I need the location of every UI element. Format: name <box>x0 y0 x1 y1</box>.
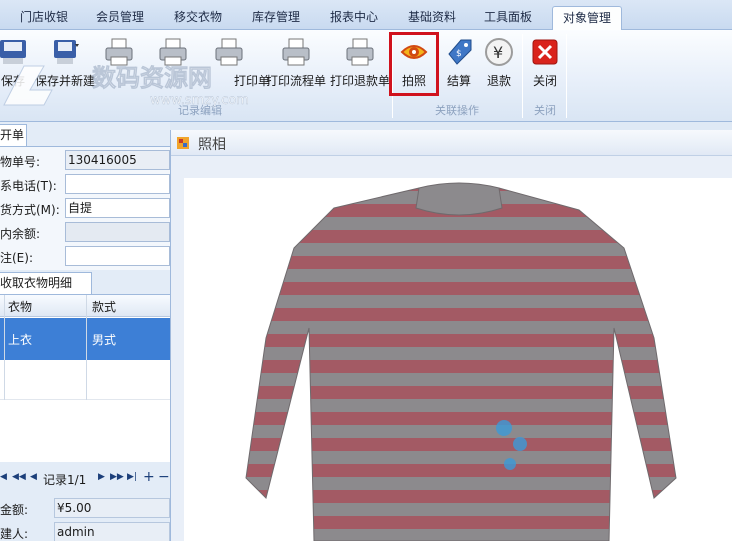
price-tag-icon: $ <box>448 39 472 65</box>
grid-divider <box>4 295 5 400</box>
creator-value: admin <box>54 522 170 541</box>
menu-tab-reports[interactable]: 报表中心 <box>322 6 386 30</box>
tab-order[interactable]: 开单 <box>0 124 27 146</box>
remark-label: 备注(E): <box>0 251 33 265</box>
group-label-related: 关联操作 <box>435 104 479 117</box>
balance-value <box>65 222 170 242</box>
field-balance: 卡内余额: <box>0 222 170 242</box>
phone-label: 联系电话(T): <box>0 179 57 193</box>
photo-window-title: 照相 <box>198 137 226 153</box>
menu-tab-basic-data[interactable]: 基础资料 <box>400 6 464 30</box>
photo-preview <box>184 178 732 541</box>
field-creator: 创建人: admin <box>0 522 170 541</box>
delete-record-icon[interactable]: − <box>158 469 170 485</box>
close-button[interactable]: 关闭 <box>518 34 572 98</box>
column-header-item[interactable]: 衣物 <box>8 298 32 315</box>
menu-tab-transfer[interactable]: 移交衣物 <box>166 6 230 30</box>
sweater-photo <box>245 182 677 541</box>
ribbon: 保存 保存并新建 打印单 打印流程单 打印退款单 拍照 $ 结算 ¥ 退款 关闭… <box>0 30 732 122</box>
remark-input[interactable] <box>65 246 170 266</box>
order-no-value[interactable]: 130416005 <box>65 150 170 170</box>
order-form: 衣物单号: 130416005 联系电话(T): 取货方式(M): 自提 卡内余… <box>0 146 170 270</box>
menu-tab-object-management[interactable]: 对象管理 <box>552 6 622 30</box>
table-row[interactable]: 上衣 男式 <box>0 318 170 360</box>
yen-coin-icon: ¥ <box>485 38 513 66</box>
next-record-icon[interactable]: ▶ <box>98 472 105 482</box>
next-page-icon[interactable]: ▶▶ <box>110 472 124 482</box>
group-label-close: 关闭 <box>534 104 556 117</box>
photo-window: 照相 <box>170 130 732 541</box>
print-button-1[interactable] <box>92 34 146 98</box>
grid-header: 衣物 款式 <box>0 295 170 317</box>
field-total: 总金额: ¥5.00 <box>0 498 170 518</box>
menu-tab-store-cashier[interactable]: 门店收银 <box>12 6 76 30</box>
print-flow-label: 打印流程单 <box>265 74 326 88</box>
printer-icon <box>346 38 374 66</box>
balance-label: 卡内余额: <box>0 227 41 241</box>
field-phone: 联系电话(T): <box>0 174 170 194</box>
save-new-label: 保存并新建 <box>34 74 95 88</box>
group-label-records: 记录编辑 <box>178 104 222 117</box>
column-header-style[interactable]: 款式 <box>92 298 116 315</box>
print-button-2[interactable] <box>146 34 200 98</box>
grid-divider <box>86 295 87 400</box>
phone-input[interactable] <box>65 174 170 194</box>
menu-tab-tools[interactable]: 工具面板 <box>476 6 540 30</box>
menu-bar: 门店收银 会员管理 移交衣物 库存管理 报表中心 基础资料 工具面板 对象管理 <box>0 0 732 30</box>
pickup-select[interactable]: 自提 <box>65 198 170 218</box>
printer-icon <box>105 38 133 66</box>
sweater-body <box>245 187 677 541</box>
creator-label: 创建人: <box>0 527 29 541</box>
last-record-icon[interactable]: ▶| <box>127 472 137 482</box>
order-no-label: 衣物单号: <box>0 155 41 169</box>
save-new-icon <box>54 40 79 64</box>
record-navigator: ◀ ◀◀ ◀ 记录1/1 ▶ ▶▶ ▶| + − <box>0 468 170 490</box>
photo-button-highlight <box>389 32 439 96</box>
save-new-button[interactable]: 保存并新建 <box>35 34 95 98</box>
svg-text:$: $ <box>456 49 462 59</box>
photo-window-titlebar: 照相 <box>171 130 732 156</box>
svg-text:¥: ¥ <box>493 43 503 62</box>
printer-icon <box>159 38 187 66</box>
total-value: ¥5.00 <box>54 498 170 518</box>
table-row-empty[interactable] <box>0 360 170 400</box>
close-icon <box>532 39 558 65</box>
record-indicator: 记录1/1 <box>43 473 87 487</box>
cell-item: 上衣 <box>8 333 33 347</box>
print-flow-button[interactable]: 打印流程单 <box>266 34 326 98</box>
menu-tab-member[interactable]: 会员管理 <box>88 6 152 30</box>
field-remark: 备注(E): <box>0 246 170 266</box>
ribbon-separator <box>566 34 567 118</box>
cell-style: 男式 <box>92 333 117 347</box>
first-record-icon[interactable]: ◀ <box>0 472 7 482</box>
prev-page-icon[interactable]: ◀◀ <box>12 472 26 482</box>
window-icon <box>177 137 189 149</box>
sweater-collar <box>415 182 503 216</box>
tab-clothing-details[interactable]: 收取衣物明细 <box>0 272 92 294</box>
total-label: 总金额: <box>0 503 29 517</box>
printer-icon <box>282 38 310 66</box>
pickup-label: 取货方式(M): <box>0 203 60 217</box>
field-order-no: 衣物单号: 130416005 <box>0 150 170 170</box>
order-panel: 开单 衣物单号: 130416005 联系电话(T): 取货方式(M): 自提 … <box>0 122 170 541</box>
prev-record-icon[interactable]: ◀ <box>30 472 37 482</box>
clothing-grid: 衣物 款式 上衣 男式 <box>0 294 170 462</box>
print-button-3[interactable]: 打印单 <box>202 34 270 98</box>
add-record-icon[interactable]: + <box>143 469 155 485</box>
field-pickup: 取货方式(M): 自提 <box>0 198 170 218</box>
close-label: 关闭 <box>532 74 557 88</box>
save-icon <box>0 40 26 64</box>
menu-tab-inventory[interactable]: 库存管理 <box>244 6 308 30</box>
printer-icon <box>215 38 243 66</box>
